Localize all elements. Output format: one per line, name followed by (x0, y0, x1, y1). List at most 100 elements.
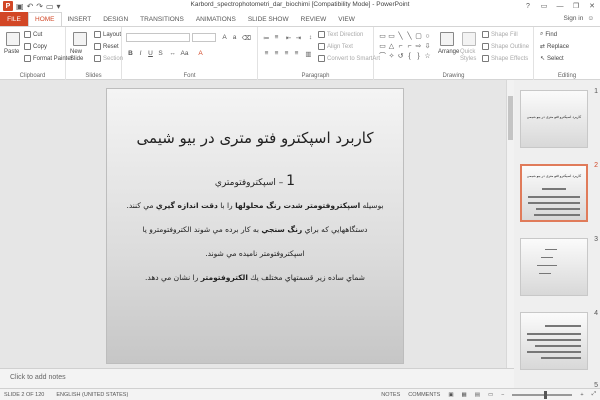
shape-option[interactable]: ⌒ (378, 51, 387, 61)
reading-view-icon[interactable]: ▤ (475, 392, 480, 398)
notes-pane[interactable]: Click to add notes (0, 368, 514, 388)
shape-option[interactable]: ↺ (396, 51, 405, 61)
shape-option[interactable]: ╲ (405, 31, 414, 41)
shape-option[interactable]: ⇩ (423, 41, 432, 51)
thumbnail-image[interactable] (520, 238, 588, 296)
character-spacing-icon[interactable]: ↔ (168, 49, 177, 58)
cut-button[interactable]: Cut (24, 31, 42, 38)
section-button[interactable]: Section (94, 55, 123, 62)
italic-button[interactable]: I (136, 49, 145, 58)
shape-option[interactable]: ☆ (423, 51, 432, 61)
shape-option[interactable]: { (405, 51, 414, 61)
thumbnail-image[interactable] (520, 312, 588, 370)
columns-icon[interactable]: ▥ (304, 49, 313, 58)
zoom-out-icon[interactable]: − (501, 392, 504, 398)
grow-font-icon[interactable]: A (220, 33, 229, 42)
tab-view[interactable]: VIEW (332, 12, 361, 26)
numbering-icon[interactable]: ≡ (272, 33, 281, 42)
align-left-icon[interactable]: ≡ (262, 49, 271, 58)
replace-button[interactable]: ⇄ Replace (540, 43, 569, 51)
paste-button[interactable]: Paste (4, 49, 19, 55)
shape-effects-button[interactable]: Shape Effects (482, 55, 528, 62)
thumbnail-slide-1[interactable]: کاربرد اسپکترو فتو متری در بیو شیمی 1 (518, 88, 600, 150)
body-line-2[interactable]: دستگاههايي كه براي رنگ سنجي به كار برده … (119, 225, 391, 235)
shape-outline-button[interactable]: Shape Outline (482, 43, 529, 50)
shape-option[interactable]: ⌐ (405, 41, 414, 51)
font-name-select[interactable] (126, 33, 190, 42)
user-icon[interactable]: ☺ (587, 15, 594, 22)
body-line-3[interactable]: اسپكتروفتومتر ناميده مي شوند. (119, 249, 391, 259)
clear-formatting-icon[interactable]: ⌫ (242, 33, 251, 42)
reset-button[interactable]: Reset (94, 43, 119, 50)
close-icon[interactable]: ✕ (584, 0, 600, 12)
fit-slide-icon[interactable]: ⤢ (592, 391, 596, 398)
tab-transitions[interactable]: TRANSITIONS (134, 12, 190, 26)
body-line-4[interactable]: شماي ساده زير قسمتهاي مختلف يك الكتروفتو… (119, 273, 391, 283)
tab-file[interactable]: FILE (0, 12, 28, 26)
justify-icon[interactable]: ≡ (292, 49, 301, 58)
font-size-select[interactable] (192, 33, 216, 42)
shape-fill-button[interactable]: Shape Fill (482, 31, 518, 38)
align-center-icon[interactable]: ≡ (272, 49, 281, 58)
shrink-font-icon[interactable]: a (230, 33, 239, 42)
sign-in-label[interactable]: Sign in (563, 15, 583, 22)
select-button[interactable]: ↖ Select (540, 55, 564, 63)
arrange-button[interactable]: Arrange (438, 49, 459, 55)
vertical-scrollbar[interactable] (506, 80, 514, 368)
help-icon[interactable]: ? (520, 0, 536, 12)
bold-button[interactable]: B (126, 49, 135, 58)
tab-design[interactable]: DESIGN (97, 12, 134, 26)
thumbnail-slide-2[interactable]: کاربرد اسپکترو فتو متری در بیو شیمی 2 (518, 162, 600, 224)
zoom-slider-knob[interactable] (543, 390, 547, 399)
normal-view-icon[interactable]: ▣ (448, 392, 453, 398)
line-spacing-icon[interactable]: ↕ (306, 33, 315, 42)
shadow-button[interactable]: S (156, 49, 165, 58)
shape-option[interactable]: } (414, 51, 423, 61)
shape-option[interactable]: △ (387, 41, 396, 51)
sign-in[interactable]: Sign in ☺ (563, 15, 594, 22)
undo-icon[interactable]: ↶ (27, 2, 34, 11)
arrange-icon[interactable] (440, 32, 454, 46)
decrease-indent-icon[interactable]: ⇤ (284, 33, 293, 42)
change-case-icon[interactable]: Aa (180, 49, 189, 58)
thumbnail-slide-3[interactable]: 3 (518, 236, 600, 298)
save-icon[interactable]: ▣ (16, 2, 24, 11)
customize-qat-icon[interactable]: ▾ (57, 2, 61, 11)
thumbnail-image-selected[interactable]: کاربرد اسپکترو فتو متری در بیو شیمی (520, 164, 588, 222)
redo-icon[interactable]: ↷ (36, 2, 43, 11)
shape-option[interactable]: ▢ (414, 31, 423, 41)
thumbnail-slide-4[interactable]: 4 (518, 310, 600, 372)
tab-home[interactable]: HOME (28, 12, 62, 26)
shape-option[interactable]: ⌐ (396, 41, 405, 51)
new-slide-button[interactable]: New Slide (70, 49, 94, 63)
shapes-gallery[interactable]: ▭ ▭ ╲ ╲ ▢ ○ ▭ △ ⌐ ⌐ ⇨ ⇩ ⌒ ✧ ↺ { } ☆ (378, 31, 432, 61)
start-from-beginning-icon[interactable]: ▭ (46, 2, 54, 11)
quick-styles-icon[interactable] (462, 32, 476, 46)
comments-toggle[interactable]: COMMENTS (408, 392, 440, 398)
bullets-icon[interactable]: ≔ (262, 33, 271, 42)
shape-option[interactable]: ▭ (378, 41, 387, 51)
new-slide-icon[interactable] (73, 32, 87, 46)
shape-option[interactable]: ✧ (387, 51, 396, 61)
slide-canvas[interactable]: کاربرد اسپکترو فتو متری در بیو شیمی 1 – … (106, 88, 404, 364)
layout-button[interactable]: Layout (94, 31, 121, 38)
ribbon-display-icon[interactable]: ▭ (536, 0, 552, 12)
align-right-icon[interactable]: ≡ (282, 49, 291, 58)
text-direction-button[interactable]: Text Direction (318, 31, 363, 38)
slide-show-icon[interactable]: ▭ (488, 392, 493, 398)
copy-button[interactable]: Copy (24, 43, 47, 50)
find-button[interactable]: ⌕ Find (540, 31, 557, 38)
shape-option[interactable]: ▭ (378, 31, 387, 41)
shape-option[interactable]: ○ (423, 31, 432, 41)
body-line-1[interactable]: بوسيله اسپكتروفتومتر شدت رنگ محلولها را … (119, 201, 391, 211)
font-color-icon[interactable]: A (196, 49, 205, 58)
tab-review[interactable]: REVIEW (295, 12, 333, 26)
slide-subtitle[interactable]: 1 – اسپکتروفتومتري (107, 173, 403, 189)
restore-icon[interactable]: ❐ (568, 0, 584, 12)
align-text-button[interactable]: Align Text (318, 43, 353, 50)
shape-option[interactable]: ╲ (396, 31, 405, 41)
shape-option[interactable]: ▭ (387, 31, 396, 41)
increase-indent-icon[interactable]: ⇥ (294, 33, 303, 42)
scrollbar-thumb[interactable] (508, 96, 513, 140)
shape-option[interactable]: ⇨ (414, 41, 423, 51)
